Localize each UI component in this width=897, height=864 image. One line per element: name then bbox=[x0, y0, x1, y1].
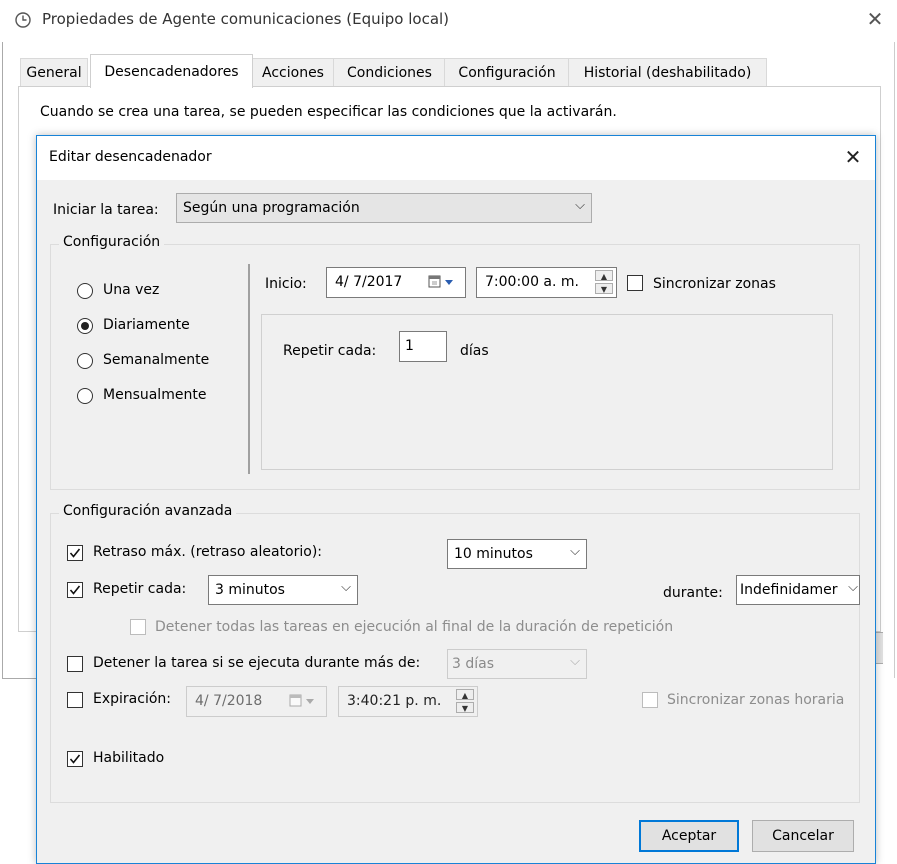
dialog-title: Editar desencadenador bbox=[49, 149, 212, 165]
start-task-value: Según una programación bbox=[183, 200, 360, 216]
tab-general[interactable]: General bbox=[20, 58, 88, 87]
advanced-group-label: Configuración avanzada bbox=[59, 503, 237, 519]
stop-if-select[interactable]: 3 días ⌵ bbox=[447, 649, 587, 679]
cancel-button[interactable]: Cancelar bbox=[752, 820, 854, 852]
duration-label: durante: bbox=[663, 585, 723, 601]
parent-close-icon[interactable]: ✕ bbox=[862, 6, 888, 32]
radio-selected-dot bbox=[81, 322, 89, 330]
parent-border bbox=[2, 42, 3, 678]
expire-time-value: 3:40:21 p. m. bbox=[347, 693, 442, 709]
radio-mensualmente-label: Mensualmente bbox=[103, 387, 207, 403]
start-time-input[interactable]: 7:00:00 a. m. ▲ ▼ bbox=[476, 267, 617, 298]
start-task-select[interactable]: Según una programación ⌵ bbox=[176, 193, 592, 223]
repeat-label: Repetir cada: bbox=[93, 581, 187, 597]
expire-checkbox[interactable] bbox=[67, 692, 83, 708]
chevron-down-icon: ⌵ bbox=[570, 544, 580, 559]
enabled-checkbox[interactable] bbox=[67, 751, 83, 767]
tab-historial[interactable]: Historial (deshabilitado) bbox=[568, 58, 767, 87]
repeat-days-input[interactable]: 1 bbox=[399, 331, 447, 362]
stop-all-label: Detener todas las tareas en ejecución al… bbox=[155, 619, 674, 635]
start-task-label: Iniciar la tarea: bbox=[53, 202, 159, 218]
config-group-label: Configuración bbox=[59, 234, 165, 250]
delay-label: Retraso máx. (retraso aleatorio): bbox=[93, 544, 323, 560]
duration-value: Indefinidamer bbox=[740, 582, 838, 598]
stop-if-checkbox[interactable] bbox=[67, 656, 83, 672]
sync-zones-label: Sincronizar zonas bbox=[653, 276, 776, 292]
clock-icon bbox=[15, 12, 31, 28]
dialog-close-icon[interactable]: ✕ bbox=[840, 144, 866, 170]
vertical-separator bbox=[248, 264, 250, 474]
spin-up-icon[interactable]: ▲ bbox=[595, 270, 613, 281]
spin-down-icon[interactable]: ▼ bbox=[456, 702, 474, 713]
chevron-down-icon: ⌵ bbox=[575, 198, 585, 213]
stop-all-checkbox[interactable] bbox=[130, 619, 146, 635]
start-time-spinner[interactable]: ▲ ▼ bbox=[595, 270, 615, 295]
tab-acciones[interactable]: Acciones bbox=[251, 58, 335, 87]
delay-value: 10 minutos bbox=[454, 546, 533, 562]
parent-border bbox=[894, 42, 895, 678]
spin-down-icon[interactable]: ▼ bbox=[595, 283, 613, 294]
radio-mensualmente[interactable] bbox=[77, 388, 93, 404]
sync-zones-checkbox[interactable] bbox=[627, 275, 643, 291]
start-label: Inicio: bbox=[265, 276, 307, 292]
start-date-value: 4/ 7/2017 bbox=[335, 274, 403, 290]
calendar-icon[interactable] bbox=[427, 274, 457, 294]
radio-semanalmente[interactable] bbox=[77, 353, 93, 369]
radio-diariamente-label: Diariamente bbox=[103, 317, 190, 333]
tab-description: Cuando se crea una tarea, se pueden espe… bbox=[40, 104, 617, 120]
edit-trigger-dialog: Editar desencadenador ✕ Iniciar la tarea… bbox=[36, 135, 876, 864]
expire-sync-label: Sincronizar zonas horaria bbox=[667, 692, 845, 708]
accept-button[interactable]: Aceptar bbox=[639, 820, 739, 852]
stop-if-value: 3 días bbox=[452, 656, 495, 672]
expire-date-value: 4/ 7/2018 bbox=[195, 693, 263, 709]
parent-window-title: Propiedades de Agente comunicaciones (Eq… bbox=[42, 10, 450, 28]
repeat-unit-label: días bbox=[460, 343, 489, 359]
radio-diariamente[interactable] bbox=[77, 318, 93, 334]
expire-label: Expiración: bbox=[93, 691, 171, 707]
repeat-interval-select[interactable]: 3 minutos ⌵ bbox=[208, 575, 358, 605]
tab-desencadenadores[interactable]: Desencadenadores bbox=[90, 54, 253, 88]
stop-if-label: Detener la tarea si se ejecuta durante m… bbox=[93, 655, 421, 671]
repeat-panel bbox=[261, 314, 833, 470]
repeat-checkbox[interactable] bbox=[67, 582, 83, 598]
chevron-down-icon: ⌵ bbox=[570, 654, 580, 669]
start-time-value: 7:00:00 a. m. bbox=[485, 274, 579, 290]
expire-date-picker[interactable]: 4/ 7/2018 bbox=[186, 686, 327, 717]
chevron-down-icon: ⌵ bbox=[848, 580, 858, 595]
expire-sync-checkbox[interactable] bbox=[642, 692, 658, 708]
calendar-icon[interactable] bbox=[288, 693, 318, 713]
repeat-interval-value: 3 minutos bbox=[215, 582, 285, 598]
expire-time-input[interactable]: 3:40:21 p. m. ▲ ▼ bbox=[338, 686, 478, 717]
delay-select[interactable]: 10 minutos ⌵ bbox=[447, 539, 587, 569]
repeat-every-label: Repetir cada: bbox=[283, 343, 377, 359]
radio-una-vez-label: Una vez bbox=[103, 282, 160, 298]
repeat-days-value: 1 bbox=[405, 338, 414, 354]
expire-time-spinner[interactable]: ▲ ▼ bbox=[456, 689, 476, 714]
start-date-picker[interactable]: 4/ 7/2017 bbox=[326, 267, 466, 298]
tab-condiciones[interactable]: Condiciones bbox=[333, 58, 446, 87]
parent-border bbox=[2, 678, 36, 679]
delay-checkbox[interactable] bbox=[67, 545, 83, 561]
radio-semanalmente-label: Semanalmente bbox=[103, 352, 210, 368]
radio-una-vez[interactable] bbox=[77, 283, 93, 299]
chevron-down-icon: ⌵ bbox=[341, 580, 351, 595]
duration-select[interactable]: Indefinidamer ⌵ bbox=[736, 575, 860, 605]
enabled-label: Habilitado bbox=[93, 750, 165, 766]
spin-up-icon[interactable]: ▲ bbox=[456, 689, 474, 700]
tab-configuracion[interactable]: Configuración bbox=[444, 58, 570, 87]
